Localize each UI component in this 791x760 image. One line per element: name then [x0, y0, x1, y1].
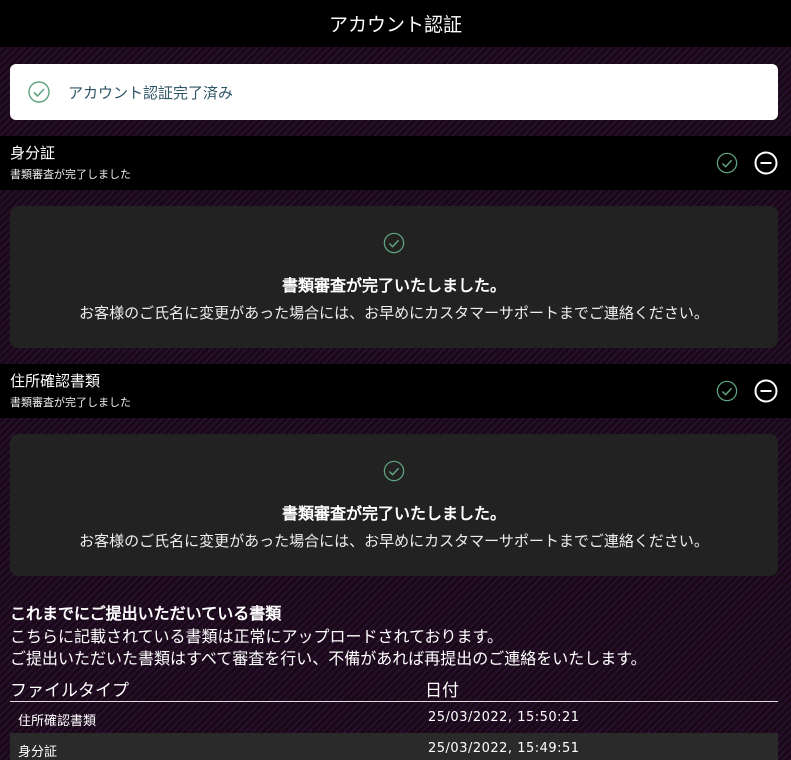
- review-complete-panel-identity: 書類審査が完了いたしました。 お客様のご氏名に変更があった場合には、お早めにカス…: [10, 206, 778, 348]
- table-row: 住所確認書類 25/03/2022, 15:50:21: [10, 702, 778, 733]
- column-header-date: 日付: [425, 681, 459, 701]
- account-verified-text: アカウント認証完了済み: [68, 83, 234, 102]
- section-title: 住所確認書類: [10, 372, 101, 390]
- documents-table: ファイルタイプ 日付 住所確認書類 25/03/2022, 15:50:21 身…: [10, 673, 778, 760]
- page-title: アカウント認証: [328, 14, 462, 36]
- row-file-type: 住所確認書類: [18, 714, 97, 729]
- section-header-identity[interactable]: 身分証 書類審査が完了しました: [0, 136, 791, 190]
- panel-title: 書類審査が完了いたしました。: [281, 276, 506, 295]
- page-header: アカウント認証: [0, 0, 791, 47]
- table-header: ファイルタイプ 日付: [10, 673, 778, 702]
- section-header-address[interactable]: 住所確認書類 書類審査が完了しました: [0, 364, 791, 418]
- section-title: 身分証: [10, 144, 56, 162]
- check-circle-icon: [383, 460, 405, 482]
- section-subtitle: 書類審査が完了しました: [10, 396, 131, 409]
- table-row: 身分証 25/03/2022, 15:49:51: [10, 733, 778, 760]
- minus-circle-icon[interactable]: [754, 379, 778, 403]
- panel-title: 書類審査が完了いたしました。: [281, 504, 506, 523]
- column-header-file-type: ファイルタイプ: [10, 681, 129, 701]
- panel-message: お客様のご氏名に変更があった場合には、お早めにカスタマーサポートまでご連絡くださ…: [79, 532, 709, 550]
- section-subtitle: 書類審査が完了しました: [10, 168, 131, 181]
- check-circle-icon: [383, 232, 405, 254]
- minus-circle-icon[interactable]: [754, 151, 778, 175]
- row-date: 25/03/2022, 15:50:21: [428, 710, 580, 725]
- check-circle-icon: [28, 81, 50, 103]
- submitted-documents-title: これまでにご提出いただいている書類: [10, 604, 282, 623]
- submitted-documents-note-2: ご提出いただいた書類はすべて審査を行い、不備があれば再提出のご連絡をいたします。: [10, 649, 647, 668]
- account-verified-card: アカウント認証完了済み: [10, 64, 778, 120]
- check-circle-icon: [716, 380, 738, 402]
- check-circle-icon: [716, 152, 738, 174]
- row-date: 25/03/2022, 15:49:51: [428, 741, 580, 756]
- row-file-type: 身分証: [18, 745, 58, 760]
- submitted-documents-note-1: こちらに記載されている書類は正常にアップロードされております。: [10, 627, 503, 646]
- review-complete-panel-address: 書類審査が完了いたしました。 お客様のご氏名に変更があった場合には、お早めにカス…: [10, 434, 778, 576]
- panel-message: お客様のご氏名に変更があった場合には、お早めにカスタマーサポートまでご連絡くださ…: [79, 304, 709, 322]
